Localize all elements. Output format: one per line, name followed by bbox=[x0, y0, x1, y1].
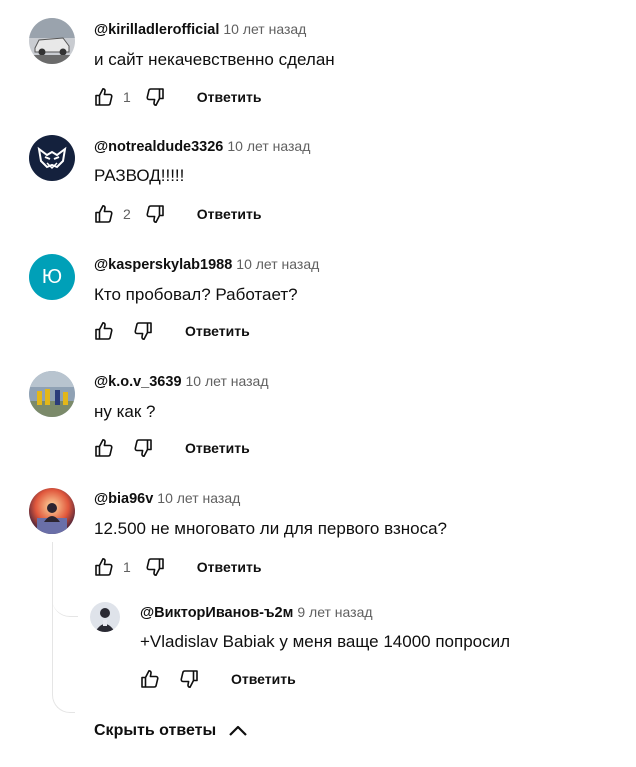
thumb-down-icon[interactable] bbox=[143, 84, 169, 110]
author-name[interactable]: @kirilladlerofficial bbox=[94, 22, 219, 38]
thumb-down-icon[interactable] bbox=[143, 201, 169, 227]
author-name[interactable]: @ВикторИванов-ъ2м bbox=[140, 605, 293, 621]
thumb-down-icon[interactable] bbox=[131, 435, 157, 461]
reply-button[interactable]: Ответить bbox=[197, 206, 262, 222]
comment-text: ну как ? bbox=[94, 402, 156, 421]
comment-header: @kirilladlerofficial 10 лет назад bbox=[94, 21, 306, 38]
comment-text: РАЗВОД!!!!! bbox=[94, 166, 185, 185]
timestamp[interactable]: 10 лет назад bbox=[227, 138, 310, 154]
comment-actions: Ответить bbox=[91, 318, 250, 344]
avatar[interactable] bbox=[29, 18, 75, 64]
author-name[interactable]: @notrealdude3326 bbox=[94, 139, 223, 155]
thumb-up-icon[interactable] bbox=[91, 201, 117, 227]
comment-text: и сайт некачевственно сделан bbox=[94, 50, 335, 69]
reply-button[interactable]: Ответить bbox=[197, 559, 262, 575]
avatar-letter: Ю bbox=[41, 265, 63, 288]
timestamp[interactable]: 10 лет назад bbox=[236, 256, 319, 272]
comment-header: @bia96v 10 лет назад bbox=[94, 490, 240, 507]
comment-actions: Ответить bbox=[91, 435, 250, 461]
comment-actions: 2 Ответить bbox=[91, 201, 262, 227]
timestamp[interactable]: 10 лет назад bbox=[223, 21, 306, 37]
hide-replies-label: Скрыть ответы bbox=[94, 722, 217, 739]
avatar[interactable]: Ю bbox=[29, 254, 75, 300]
author-name[interactable]: @k.o.v_3639 bbox=[94, 374, 182, 390]
thread-line bbox=[52, 542, 75, 713]
comment-header: @ВикторИванов-ъ2м 9 лет назад bbox=[140, 604, 373, 621]
thumb-up-icon[interactable] bbox=[137, 666, 163, 692]
reply-button[interactable]: Ответить bbox=[231, 671, 296, 687]
timestamp[interactable]: 10 лет назад bbox=[157, 490, 240, 506]
reply-button[interactable]: Ответить bbox=[197, 89, 262, 105]
thumb-up-icon[interactable] bbox=[91, 318, 117, 344]
author-name[interactable]: @kasperskylab1988 bbox=[94, 257, 232, 273]
comment-text: 12.500 не многовато ли для первого взнос… bbox=[94, 519, 447, 538]
author-name[interactable]: @bia96v bbox=[94, 491, 153, 507]
timestamp[interactable]: 10 лет назад bbox=[186, 373, 269, 389]
like-count: 1 bbox=[123, 559, 131, 575]
thumb-down-icon[interactable] bbox=[177, 666, 203, 692]
timestamp[interactable]: 9 лет назад bbox=[297, 604, 372, 620]
avatar[interactable] bbox=[29, 488, 75, 534]
avatar[interactable] bbox=[90, 602, 120, 632]
like-count: 2 bbox=[123, 206, 131, 222]
chevron-up-icon bbox=[229, 725, 247, 736]
avatar[interactable] bbox=[29, 371, 75, 417]
thumb-up-icon[interactable] bbox=[91, 435, 117, 461]
comment-header: @kasperskylab1988 10 лет назад bbox=[94, 256, 319, 273]
like-count: 1 bbox=[123, 89, 131, 105]
comment-actions: 1 Ответить bbox=[91, 554, 262, 580]
comment-header: @notrealdude3326 10 лет назад bbox=[94, 138, 310, 155]
thumb-down-icon[interactable] bbox=[143, 554, 169, 580]
reply-button[interactable]: Ответить bbox=[185, 323, 250, 339]
comment-header: @k.o.v_3639 10 лет назад bbox=[94, 373, 269, 390]
comment-actions: 1 Ответить bbox=[91, 84, 262, 110]
thumb-down-icon[interactable] bbox=[131, 318, 157, 344]
comment-actions: Ответить bbox=[137, 666, 296, 692]
thumb-up-icon[interactable] bbox=[91, 84, 117, 110]
comment-text: Кто пробовал? Работает? bbox=[94, 285, 298, 304]
avatar[interactable] bbox=[29, 135, 75, 181]
thumb-up-icon[interactable] bbox=[91, 554, 117, 580]
hide-replies-button[interactable]: Скрыть ответы bbox=[94, 722, 248, 740]
reply-button[interactable]: Ответить bbox=[185, 440, 250, 456]
comment-text: +Vladislav Babiak у меня ваще 14000 попр… bbox=[140, 632, 511, 651]
